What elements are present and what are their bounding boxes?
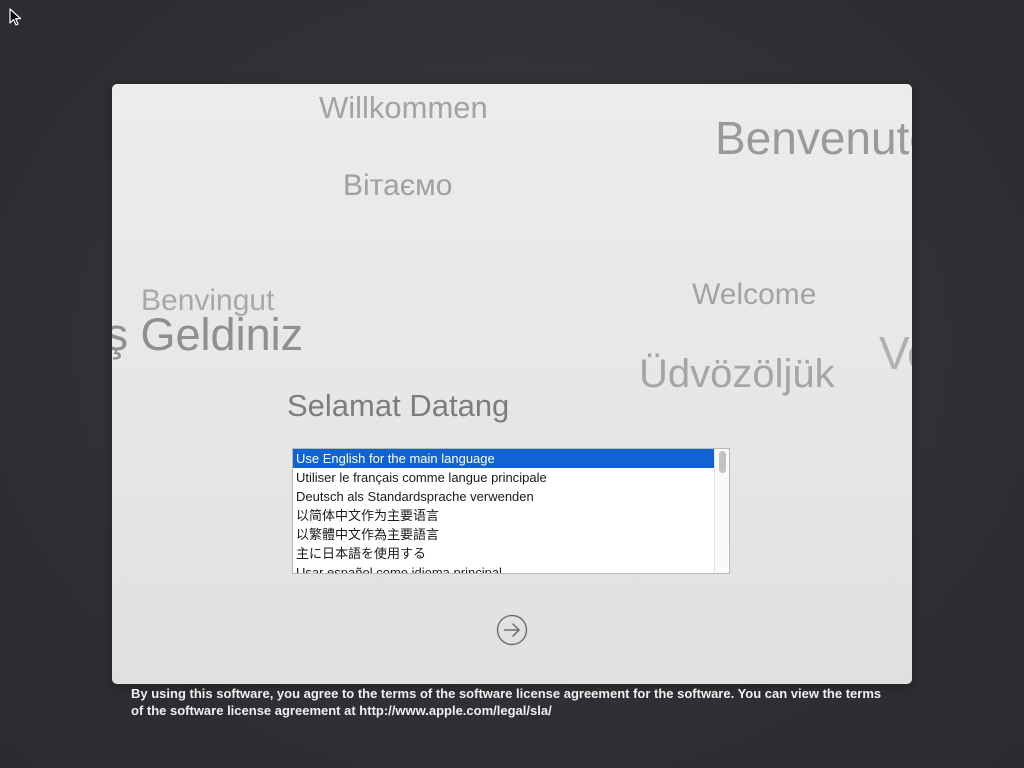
language-option-german[interactable]: Deutsch als Standardsprache verwenden [293, 487, 715, 506]
language-option-simplified-chinese[interactable]: 以简体中文作为主要语言 [293, 506, 715, 525]
language-option-spanish[interactable]: Usar español como idioma principal [293, 563, 715, 573]
language-list[interactable]: Use English for the main language Utilis… [292, 448, 730, 574]
language-option-japanese[interactable]: 主に日本語を使用する [293, 544, 715, 563]
license-agreement-text: By using this software, you agree to the… [131, 686, 882, 718]
greeting-vitaemo: Вітаємо [343, 169, 453, 202]
setup-panel: Willkommen Benvenuto Вітаємо Benvingut H… [112, 84, 912, 684]
language-option-traditional-chinese[interactable]: 以繁體中文作為主要語言 [293, 525, 715, 544]
greeting-partial-ve: Ve [879, 327, 912, 379]
language-list-scrollbar[interactable] [714, 449, 729, 573]
language-option-french[interactable]: Utiliser le français comme langue princi… [293, 468, 715, 487]
greeting-welcome: Welcome [692, 278, 817, 311]
greeting-benvenuto: Benvenuto [715, 112, 912, 164]
language-option-english[interactable]: Use English for the main language [293, 449, 715, 468]
greeting-selamat-datang: Selamat Datang [287, 388, 510, 423]
greeting-hos-geldiniz: Hoş Geldiniz [112, 309, 304, 360]
greeting-udvozoljuk: Üdvözöljük [639, 352, 835, 396]
continue-button[interactable] [496, 614, 528, 646]
circled-arrow-right-icon [496, 614, 528, 646]
greeting-willkommen: Willkommen [319, 90, 488, 125]
scrollbar-thumb[interactable] [719, 451, 726, 473]
arrow-pointer-icon [9, 8, 22, 26]
